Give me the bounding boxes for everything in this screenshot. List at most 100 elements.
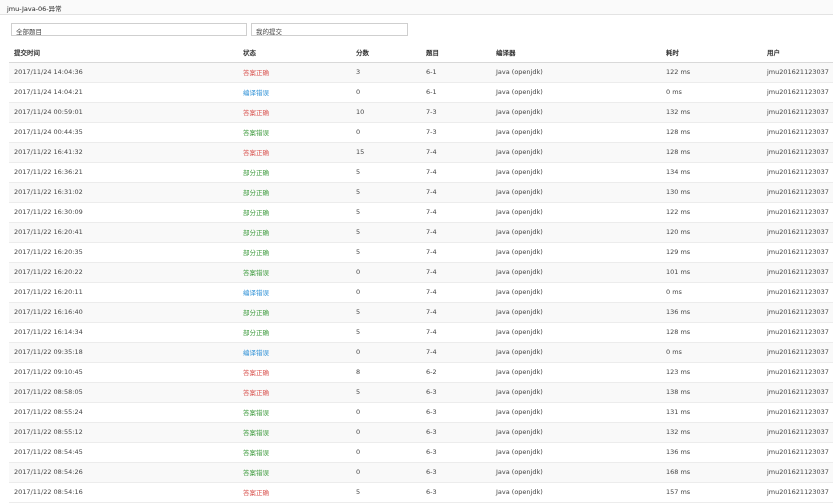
cell-problem[interactable]: 6-2 <box>421 362 491 383</box>
table-row[interactable]: 2017/11/22 16:16:40 部分正确 5 7-4 Java (openjdk… <box>9 302 833 323</box>
table-row[interactable]: 2017/11/22 16:20:41 部分正确 5 7-4 Java (openjdk… <box>9 222 833 243</box>
cell-status[interactable]: 答案正确 <box>238 142 351 163</box>
table-row[interactable]: 2017/11/22 08:55:12 答案错误 0 6-3 Java (openjdk… <box>9 422 833 443</box>
column-header-user[interactable]: 用户 <box>762 43 833 63</box>
table-row[interactable]: 2017/11/22 16:41:32 答案正确 15 7-4 Java (openjd… <box>9 142 833 163</box>
cell-status[interactable]: 答案正确 <box>238 102 351 123</box>
table-row[interactable]: 2017/11/22 08:54:26 答案错误 0 6-3 Java (openjdk… <box>9 462 833 483</box>
table-row[interactable]: 2017/11/22 16:20:35 部分正确 5 7-4 Java (openjdk… <box>9 242 833 263</box>
cell-status[interactable]: 部分正确 <box>238 242 351 263</box>
cell-submit-time: 2017/11/22 16:20:11 <box>9 282 238 303</box>
cell-problem[interactable]: 6-3 <box>421 482 491 503</box>
cell-problem[interactable]: 6-3 <box>421 442 491 463</box>
cell-problem[interactable]: 6-3 <box>421 422 491 443</box>
all-problems-filter[interactable]: 全部题目 <box>11 23 247 36</box>
table-row[interactable]: 2017/11/22 08:58:05 答案正确 5 6-3 Java (openjdk… <box>9 382 833 403</box>
cell-score: 5 <box>351 182 421 203</box>
column-header-elapsed[interactable]: 耗时 <box>661 43 762 63</box>
cell-problem[interactable]: 7-4 <box>421 202 491 223</box>
column-header-problem[interactable]: 题目 <box>421 43 491 63</box>
table-row[interactable]: 2017/11/22 16:20:22 答案错误 0 7-4 Java (openjdk… <box>9 262 833 283</box>
cell-problem[interactable]: 7-4 <box>421 342 491 363</box>
cell-status[interactable]: 编译错误 <box>238 342 351 363</box>
cell-problem[interactable]: 7-4 <box>421 322 491 343</box>
table-row[interactable]: 2017/11/24 14:04:36 答案正确 3 6-1 Java (openjdk… <box>9 62 833 83</box>
cell-status[interactable]: 编译错误 <box>238 82 351 103</box>
cell-submit-time: 2017/11/22 16:36:21 <box>9 162 238 183</box>
column-header-score[interactable]: 分数 <box>351 43 421 63</box>
cell-problem[interactable]: 6-3 <box>421 402 491 423</box>
cell-status[interactable]: 部分正确 <box>238 222 351 243</box>
cell-user: jmu201621123037 <box>762 202 833 223</box>
cell-problem[interactable]: 6-1 <box>421 82 491 103</box>
cell-problem[interactable]: 6-1 <box>421 62 491 83</box>
table-row[interactable]: 2017/11/22 16:30:09 部分正确 5 7-4 Java (openjdk… <box>9 202 833 223</box>
cell-problem[interactable]: 7-4 <box>421 282 491 303</box>
my-submissions-filter[interactable]: 我的提交 <box>251 23 408 36</box>
cell-problem[interactable]: 7-4 <box>421 222 491 243</box>
table-row[interactable]: 2017/11/22 09:10:45 答案正确 8 6-2 Java (openjdk… <box>9 362 833 383</box>
cell-score: 10 <box>351 102 421 123</box>
cell-problem[interactable]: 7-4 <box>421 302 491 323</box>
table-row[interactable]: 2017/11/22 16:36:21 部分正确 5 7-4 Java (openjdk… <box>9 162 833 183</box>
cell-problem[interactable]: 7-3 <box>421 102 491 123</box>
cell-user: jmu201621123037 <box>762 422 833 443</box>
cell-compiler: Java (openjdk) <box>491 182 661 203</box>
cell-score: 8 <box>351 362 421 383</box>
cell-status[interactable]: 答案错误 <box>238 262 351 283</box>
cell-status[interactable]: 答案错误 <box>238 462 351 483</box>
cell-submit-time: 2017/11/22 16:16:40 <box>9 302 238 323</box>
cell-problem[interactable]: 7-4 <box>421 262 491 283</box>
column-header-status[interactable]: 状态 <box>238 43 351 63</box>
cell-status[interactable]: 部分正确 <box>238 322 351 343</box>
cell-status[interactable]: 答案正确 <box>238 62 351 83</box>
cell-status[interactable]: 部分正确 <box>238 182 351 203</box>
column-header-time[interactable]: 提交时间 <box>9 43 238 63</box>
cell-elapsed: 157 ms <box>661 482 762 503</box>
cell-status[interactable]: 编译错误 <box>238 282 351 303</box>
cell-user: jmu201621123037 <box>762 322 833 343</box>
cell-status[interactable]: 答案错误 <box>238 402 351 423</box>
table-row[interactable]: 2017/11/22 09:35:18 编译错误 0 7-4 Java (openjdk… <box>9 342 833 363</box>
cell-problem[interactable]: 6-3 <box>421 462 491 483</box>
cell-status[interactable]: 部分正确 <box>238 302 351 323</box>
cell-problem[interactable]: 6-3 <box>421 382 491 403</box>
cell-status[interactable]: 答案错误 <box>238 422 351 443</box>
cell-score: 0 <box>351 262 421 283</box>
table-row[interactable]: 2017/11/24 00:44:35 答案错误 0 7-3 Java (openjdk… <box>9 122 833 143</box>
cell-user: jmu201621123037 <box>762 142 833 163</box>
cell-status[interactable]: 答案错误 <box>238 122 351 143</box>
cell-problem[interactable]: 7-4 <box>421 182 491 203</box>
cell-elapsed: 129 ms <box>661 242 762 263</box>
cell-problem[interactable]: 7-3 <box>421 122 491 143</box>
cell-problem[interactable]: 7-4 <box>421 242 491 263</box>
cell-score: 15 <box>351 142 421 163</box>
cell-elapsed: 168 ms <box>661 462 762 483</box>
cell-compiler: Java (openjdk) <box>491 362 661 383</box>
column-header-compiler[interactable]: 编译器 <box>491 43 661 63</box>
cell-score: 5 <box>351 162 421 183</box>
table-row[interactable]: 2017/11/22 16:20:11 编译错误 0 7-4 Java (openjdk… <box>9 282 833 303</box>
table-row[interactable]: 2017/11/24 00:59:01 答案正确 10 7-3 Java (openjd… <box>9 102 833 123</box>
table-row[interactable]: 2017/11/22 16:14:34 部分正确 5 7-4 Java (openjdk… <box>9 322 833 343</box>
cell-status[interactable]: 答案正确 <box>238 362 351 383</box>
cell-status[interactable]: 部分正确 <box>238 162 351 183</box>
cell-problem[interactable]: 7-4 <box>421 142 491 163</box>
cell-problem[interactable]: 7-4 <box>421 162 491 183</box>
cell-elapsed: 0 ms <box>661 82 762 103</box>
table-row[interactable]: 2017/11/24 14:04:21 编译错误 0 6-1 Java (openjdk… <box>9 82 833 103</box>
cell-status[interactable]: 答案错误 <box>238 442 351 463</box>
table-row[interactable]: 2017/11/22 16:31:02 部分正确 5 7-4 Java (openjdk… <box>9 182 833 203</box>
cell-submit-time: 2017/11/22 16:14:34 <box>9 322 238 343</box>
table-row[interactable]: 2017/11/22 08:54:45 答案错误 0 6-3 Java (openjdk… <box>9 442 833 463</box>
cell-elapsed: 0 ms <box>661 342 762 363</box>
cell-user: jmu201621123037 <box>762 242 833 263</box>
cell-status[interactable]: 部分正确 <box>238 202 351 223</box>
cell-user: jmu201621123037 <box>762 122 833 143</box>
cell-elapsed: 138 ms <box>661 382 762 403</box>
table-body: 2017/11/24 14:04:36 答案正确 3 6-1 Java (openjdk… <box>9 62 833 503</box>
cell-status[interactable]: 答案正确 <box>238 382 351 403</box>
table-row[interactable]: 2017/11/22 08:54:16 答案正确 5 6-3 Java (openjdk… <box>9 482 833 503</box>
table-row[interactable]: 2017/11/22 08:55:24 答案错误 0 6-3 Java (openjdk… <box>9 402 833 423</box>
cell-status[interactable]: 答案正确 <box>238 482 351 503</box>
